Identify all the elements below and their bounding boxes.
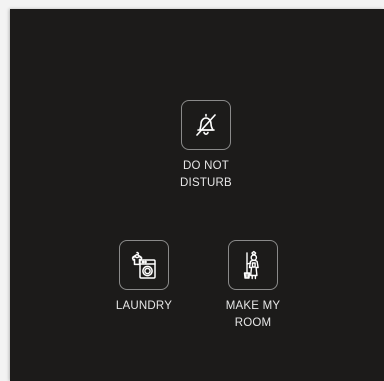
- do-not-disturb-control[interactable]: DO NOT DISTURB: [161, 100, 251, 192]
- make-my-room-label: MAKE MY ROOM: [225, 300, 281, 329]
- bell-off-icon: [191, 110, 221, 140]
- make-my-room-button[interactable]: [228, 240, 278, 290]
- do-not-disturb-label: DO NOT DISTURB: [180, 160, 232, 189]
- laundry-button[interactable]: [119, 240, 169, 290]
- do-not-disturb-button[interactable]: [181, 100, 231, 150]
- laundry-control[interactable]: LAUNDRY: [99, 240, 189, 315]
- laundry-label: LAUNDRY: [115, 300, 173, 312]
- room-control-panel: DO NOT DISTURB LAUNDRY MAKE MY ROOM: [10, 9, 384, 381]
- housekeeper-icon: [237, 249, 269, 281]
- washing-machine-icon: [128, 249, 160, 281]
- make-my-room-control[interactable]: MAKE MY ROOM: [208, 240, 298, 332]
